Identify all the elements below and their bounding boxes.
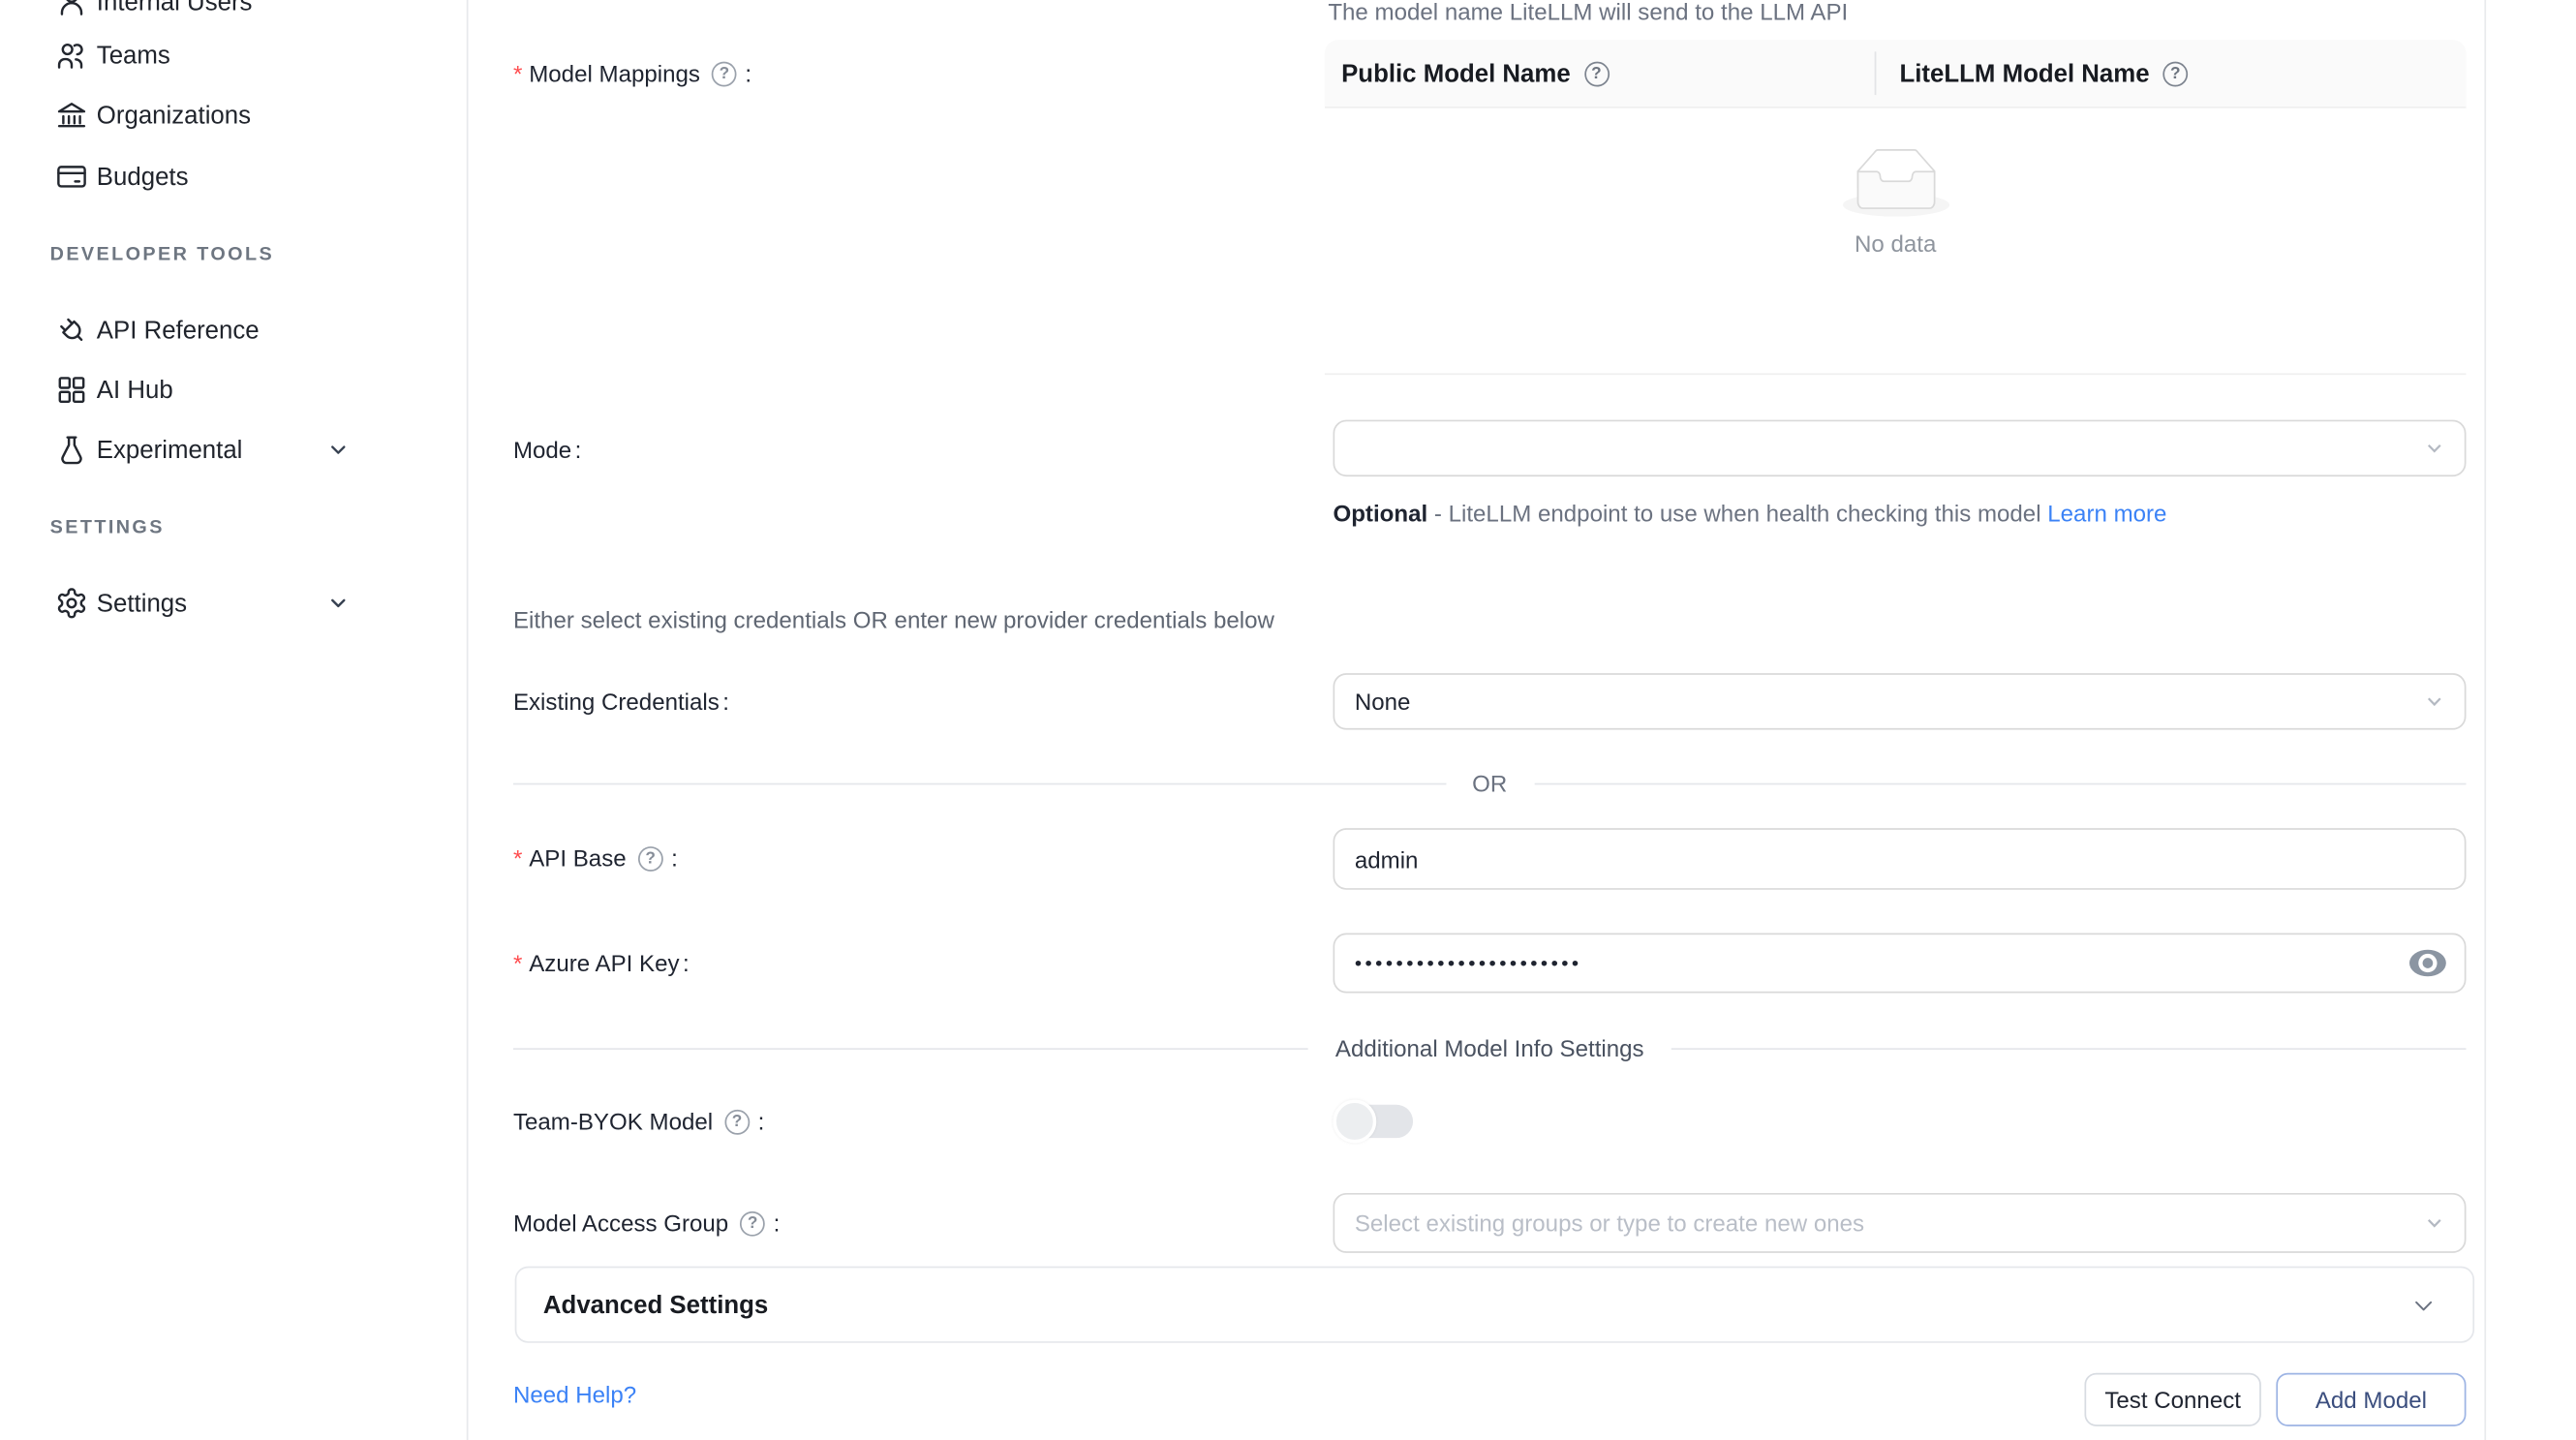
divider-line <box>513 782 1446 784</box>
mode-select[interactable] <box>1333 420 2466 477</box>
chevron-down-icon <box>2424 691 2444 712</box>
chevron-down-icon <box>2411 1292 2437 1317</box>
need-help-link[interactable]: Need Help? <box>513 1381 636 1408</box>
credentials-note: Either select existing credentials OR en… <box>513 606 1274 633</box>
required-mark: * <box>513 60 522 87</box>
toggle-knob <box>1333 1100 1376 1144</box>
empty-text: No data <box>1842 230 1948 257</box>
chevron-down-icon <box>2424 1213 2444 1234</box>
additional-info-divider: Additional Model Info Settings <box>513 1029 2467 1066</box>
add-model-button[interactable]: Add Model <box>2276 1373 2466 1426</box>
existing-credentials-select[interactable]: None <box>1333 673 2466 730</box>
litellm-admin-ui: Internal Users Teams Organizations Budge… <box>0 0 2576 1440</box>
advanced-settings-panel[interactable]: Advanced Settings <box>515 1267 2474 1343</box>
question-circle-icon[interactable]: ? <box>740 1210 765 1236</box>
chevron-down-icon <box>2424 439 2444 459</box>
table-header-row: Public Model Name ? LiteLLM Model Name ? <box>1325 40 2467 108</box>
model-mappings-table: Public Model Name ? LiteLLM Model Name ?… <box>1325 40 2467 373</box>
column-header-public-model-name: Public Model Name ? <box>1325 59 1875 87</box>
question-circle-icon[interactable]: ? <box>638 845 663 871</box>
test-connect-button[interactable]: Test Connect <box>2084 1373 2260 1426</box>
learn-more-link[interactable]: Learn more <box>2047 500 2166 527</box>
eye-icon[interactable] <box>2407 948 2447 978</box>
screen: Internal Users Teams Organizations Budge… <box>0 0 2576 1440</box>
divider-line <box>1534 782 2467 784</box>
advanced-settings-title: Advanced Settings <box>543 1291 768 1319</box>
table-empty-body: No data <box>1325 108 2467 375</box>
required-mark: * <box>513 950 522 977</box>
divider-line <box>1671 1047 2466 1049</box>
azure-api-key-input[interactable] <box>1333 934 2466 994</box>
or-divider: OR <box>513 765 2467 802</box>
api-base-field-wrap <box>1333 828 2466 890</box>
add-model-form: The model name LiteLLM will send to the … <box>0 0 2576 1440</box>
divider-line <box>513 1047 1308 1049</box>
or-text: OR <box>1472 770 1507 797</box>
select-placeholder: Select existing groups or type to create… <box>1355 1210 1864 1237</box>
api-base-label: * API Base ? : <box>513 840 678 876</box>
selected-value: None <box>1355 689 1411 716</box>
question-circle-icon[interactable]: ? <box>1583 61 1609 86</box>
model-access-group-label: Model Access Group ? : <box>513 1205 780 1241</box>
mode-help-text: Optional - LiteLLM endpoint to use when … <box>1333 495 2199 534</box>
required-mark: * <box>513 844 522 872</box>
azure-api-key-label: * Azure API Key : <box>513 945 690 982</box>
team-byok-toggle[interactable] <box>1333 1100 1413 1144</box>
existing-credentials-label: Existing Credentials : <box>513 683 729 720</box>
question-circle-icon[interactable]: ? <box>712 61 737 86</box>
column-header-litellm-model-name: LiteLLM Model Name ? <box>1876 59 2466 87</box>
empty-state: No data <box>1842 148 1948 257</box>
model-access-group-select[interactable]: Select existing groups or type to create… <box>1333 1193 2466 1253</box>
azure-api-key-field-wrap <box>1333 934 2466 994</box>
model-name-help-text: The model name LiteLLM will send to the … <box>1328 0 1848 25</box>
empty-inbox-icon <box>1842 148 1948 217</box>
footer-actions: Test Connect Add Model <box>2084 1373 2466 1426</box>
team-byok-label: Team-BYOK Model ? : <box>513 1103 764 1140</box>
mode-label: Mode : <box>513 432 581 469</box>
question-circle-icon[interactable]: ? <box>2162 61 2188 86</box>
model-mappings-label: * Model Mappings ? : <box>513 55 751 92</box>
api-base-input[interactable] <box>1333 828 2466 890</box>
additional-info-divider-text: Additional Model Info Settings <box>1335 1034 1644 1061</box>
question-circle-icon[interactable]: ? <box>724 1109 750 1134</box>
content-right-border <box>2484 0 2486 1440</box>
